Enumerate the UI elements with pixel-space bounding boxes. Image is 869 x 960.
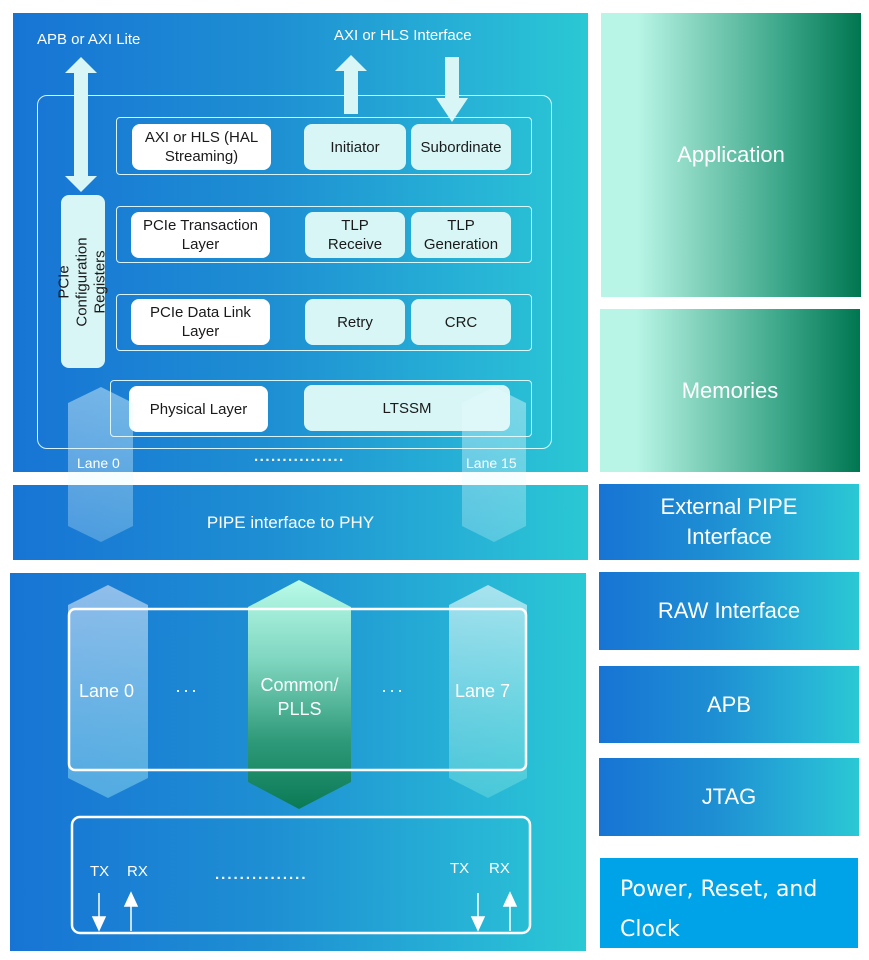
io-dots: ............... bbox=[215, 866, 308, 883]
phy-lane-7-label: Lane 7 bbox=[455, 681, 511, 701]
rx-7-label: RX bbox=[489, 860, 510, 877]
legend-jtag: JTAG bbox=[599, 758, 859, 836]
tx-7-label: TX bbox=[450, 860, 470, 877]
rx-0-label: RX bbox=[127, 863, 148, 880]
legend-application-label: Application bbox=[677, 142, 785, 167]
legend-external-pipe: External PIPE Interface bbox=[599, 484, 859, 560]
legend-application: Application bbox=[601, 13, 861, 297]
legend-memories: Memories bbox=[600, 309, 860, 472]
phy-ellipsis-left: ··· bbox=[175, 680, 199, 700]
tx-7-down-arrow-icon bbox=[470, 916, 486, 932]
common-plls-label: Common/ PLLS bbox=[260, 675, 339, 719]
rx-7-up-arrow-icon bbox=[502, 891, 518, 907]
phy-lane-0-label: Lane 0 bbox=[79, 681, 135, 701]
tx-0-label: TX bbox=[90, 863, 110, 880]
legend-apb-label: APB bbox=[706, 691, 752, 717]
rx-0-up-arrow-icon bbox=[123, 891, 139, 907]
legend-memories-label: Memories bbox=[681, 377, 779, 403]
legend-power-reset-clock: Power, Reset, and Clock bbox=[600, 858, 858, 948]
tx-0-down-arrow-icon bbox=[91, 916, 107, 932]
legend-raw-interface: RAW Interface bbox=[599, 572, 859, 650]
legend-power-reset-clock-label: Power, Reset, and Clock bbox=[620, 877, 818, 942]
legend-apb: APB bbox=[599, 666, 859, 743]
legend-jtag-label: JTAG bbox=[701, 784, 757, 809]
phy-ellipsis-right: ··· bbox=[381, 680, 405, 700]
legend-external-pipe-label: External PIPE Interface bbox=[660, 494, 798, 549]
legend-raw-interface-label: RAW Interface bbox=[657, 598, 801, 623]
